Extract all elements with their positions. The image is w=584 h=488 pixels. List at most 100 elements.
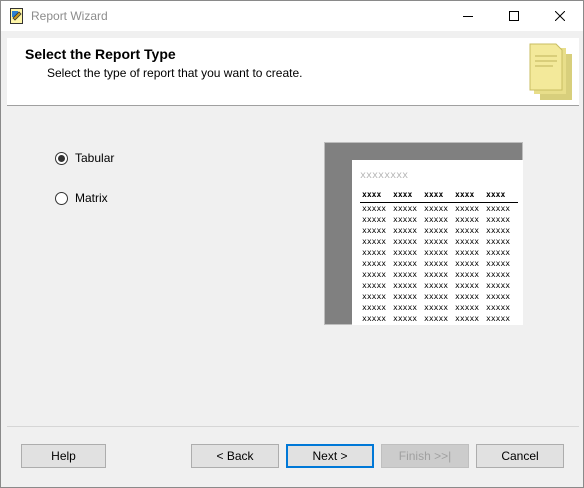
preview-column-header: xxxx bbox=[362, 190, 382, 199]
preview-cell: xxxxx bbox=[424, 237, 449, 246]
preview-column-header: xxxx bbox=[424, 190, 444, 199]
preview-cell: xxxxx bbox=[455, 281, 480, 290]
preview-table-row: xxxxx xxxxx xxxxx xxxxx xxxxx bbox=[360, 302, 518, 313]
preview-cell: xxxxx bbox=[455, 215, 480, 224]
preview-cell: xxxxx bbox=[424, 270, 449, 279]
preview-cell: xxxxx bbox=[455, 314, 480, 323]
report-preview: xxxxxxxx xxxx xxxx xxxx xxxx xxxx xxxxx xxxxx… bbox=[324, 142, 523, 325]
preview-cell: xxxxx bbox=[486, 303, 511, 312]
preview-column-header: xxxx bbox=[455, 190, 475, 199]
cancel-button[interactable]: Cancel bbox=[476, 444, 564, 468]
preview-cell: xxxxx bbox=[393, 226, 418, 235]
maximize-icon bbox=[509, 11, 519, 21]
preview-table-row: xxxxx xxxxx xxxxx xxxxx xxxxx bbox=[360, 291, 518, 302]
finish-button: Finish >>| bbox=[381, 444, 469, 468]
report-document-icon bbox=[526, 42, 576, 102]
close-icon bbox=[555, 11, 565, 21]
footer-divider bbox=[7, 426, 579, 427]
preview-cell: xxxxx bbox=[362, 215, 387, 224]
preview-cell: xxxxx bbox=[455, 270, 480, 279]
preview-cell: xxxxx bbox=[455, 237, 480, 246]
minimize-icon bbox=[463, 16, 473, 17]
preview-cell: xxxxx bbox=[455, 259, 480, 268]
preview-table-header: xxxx xxxx xxxx xxxx xxxx bbox=[360, 190, 518, 203]
tabular-radio[interactable] bbox=[55, 151, 68, 165]
preview-cell: xxxxx bbox=[393, 281, 418, 290]
preview-cell: xxxxx bbox=[393, 303, 418, 312]
preview-cell: xxxxx bbox=[362, 270, 387, 279]
matrix-label[interactable]: Matrix bbox=[75, 191, 108, 205]
window-title: Report Wizard bbox=[31, 9, 108, 23]
preview-cell: xxxxx bbox=[424, 303, 449, 312]
preview-table-row: xxxxx xxxxx xxxxx xxxxx xxxxx bbox=[360, 313, 518, 324]
preview-cell: xxxxx bbox=[362, 226, 387, 235]
help-button[interactable]: Help bbox=[21, 444, 106, 468]
preview-table-body: xxxxx xxxxx xxxxx xxxxx xxxxx xxxxx xxxxx xxxxx… bbox=[360, 203, 518, 324]
preview-table-row: xxxxx xxxxx xxxxx xxxxx xxxxx bbox=[360, 203, 518, 214]
next-button[interactable]: Next > bbox=[286, 444, 374, 468]
preview-cell: xxxxx bbox=[486, 270, 511, 279]
preview-title-placeholder: xxxxxxxx bbox=[360, 170, 409, 181]
preview-cell: xxxxx bbox=[486, 259, 511, 268]
preview-cell: xxxxx bbox=[362, 204, 387, 213]
preview-cell: xxxxx bbox=[486, 237, 511, 246]
preview-cell: xxxxx bbox=[455, 248, 480, 257]
preview-cell: xxxxx bbox=[362, 303, 387, 312]
preview-cell: xxxxx bbox=[362, 292, 387, 301]
preview-column-header: xxxx bbox=[486, 190, 506, 199]
report-preview-page: xxxxxxxx xxxx xxxx xxxx xxxx xxxx xxxxx xxxxx… bbox=[352, 160, 523, 325]
preview-cell: xxxxx bbox=[455, 226, 480, 235]
preview-table-row: xxxxx xxxxx xxxxx xxxxx xxxxx bbox=[360, 247, 518, 258]
preview-column-header: xxxx bbox=[393, 190, 413, 199]
preview-cell: xxxxx bbox=[393, 204, 418, 213]
tabular-label[interactable]: Tabular bbox=[75, 151, 114, 165]
preview-table-row: xxxxx xxxxx xxxxx xxxxx xxxxx bbox=[360, 258, 518, 269]
preview-cell: xxxxx bbox=[486, 314, 511, 323]
preview-cell: xxxxx bbox=[393, 314, 418, 323]
preview-cell: xxxxx bbox=[362, 259, 387, 268]
preview-cell: xxxxx bbox=[362, 248, 387, 257]
preview-cell: xxxxx bbox=[393, 292, 418, 301]
preview-cell: xxxxx bbox=[424, 292, 449, 301]
preview-cell: xxxxx bbox=[362, 281, 387, 290]
preview-cell: xxxxx bbox=[362, 237, 387, 246]
preview-cell: xxxxx bbox=[455, 303, 480, 312]
preview-table-row: xxxxx xxxxx xxxxx xxxxx xxxxx bbox=[360, 269, 518, 280]
preview-table-row: xxxxx xxxxx xxxxx xxxxx xxxxx bbox=[360, 214, 518, 225]
close-button[interactable] bbox=[537, 1, 583, 31]
preview-cell: xxxxx bbox=[486, 215, 511, 224]
page-title: Select the Report Type bbox=[25, 46, 176, 62]
preview-cell: xxxxx bbox=[424, 259, 449, 268]
preview-cell: xxxxx bbox=[362, 314, 387, 323]
back-button[interactable]: < Back bbox=[191, 444, 279, 468]
preview-table-row: xxxxx xxxxx xxxxx xxxxx xxxxx bbox=[360, 225, 518, 236]
maximize-button[interactable] bbox=[491, 1, 537, 31]
title-bar[interactable]: Report Wizard bbox=[1, 1, 583, 31]
report-type-matrix-option[interactable]: Matrix bbox=[55, 191, 108, 205]
preview-table-row: xxxxx xxxxx xxxxx xxxxx xxxxx bbox=[360, 236, 518, 247]
wizard-header: Select the Report Type Select the type o… bbox=[7, 38, 579, 106]
preview-cell: xxxxx bbox=[424, 204, 449, 213]
preview-cell: xxxxx bbox=[486, 204, 511, 213]
preview-table: xxxx xxxx xxxx xxxx xxxx xxxxx xxxxx xxxxx xxxx… bbox=[360, 190, 518, 324]
preview-cell: xxxxx bbox=[424, 226, 449, 235]
page-subtitle: Select the type of report that you want … bbox=[47, 66, 303, 80]
preview-cell: xxxxx bbox=[486, 226, 511, 235]
report-wizard-window: Report Wizard Select the Report Type Sel… bbox=[0, 0, 584, 488]
preview-cell: xxxxx bbox=[424, 281, 449, 290]
preview-cell: xxxxx bbox=[393, 259, 418, 268]
preview-cell: xxxxx bbox=[424, 314, 449, 323]
report-type-tabular-option[interactable]: Tabular bbox=[55, 151, 114, 165]
preview-cell: xxxxx bbox=[486, 292, 511, 301]
preview-cell: xxxxx bbox=[455, 204, 480, 213]
preview-cell: xxxxx bbox=[393, 237, 418, 246]
matrix-radio[interactable] bbox=[55, 191, 68, 205]
preview-cell: xxxxx bbox=[486, 281, 511, 290]
minimize-button[interactable] bbox=[445, 1, 491, 31]
preview-cell: xxxxx bbox=[455, 292, 480, 301]
preview-cell: xxxxx bbox=[393, 270, 418, 279]
preview-table-row: xxxxx xxxxx xxxxx xxxxx xxxxx bbox=[360, 280, 518, 291]
preview-cell: xxxxx bbox=[393, 248, 418, 257]
preview-cell: xxxxx bbox=[424, 248, 449, 257]
preview-cell: xxxxx bbox=[424, 215, 449, 224]
